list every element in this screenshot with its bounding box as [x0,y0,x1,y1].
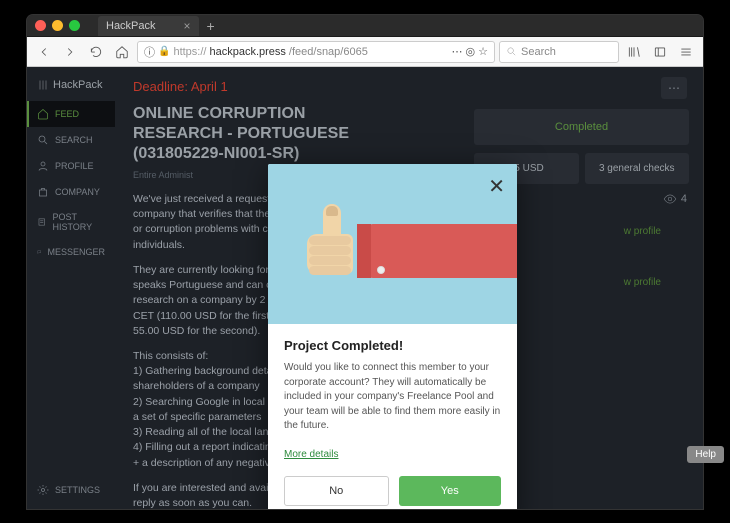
new-tab-button[interactable]: + [207,18,215,34]
tab-close-icon[interactable]: × [184,19,191,33]
forward-button[interactable] [59,41,81,63]
modal-text: Would you like to connect this member to… [284,361,501,434]
sidebar-item-label: COMPANY [55,187,100,197]
browser-window: HackPack × + ⓘ 🔒 https://hackpack.press/… [27,15,703,509]
sidebar-item-post-history[interactable]: POST HISTORY [27,205,115,239]
close-icon[interactable]: ✕ [488,174,505,199]
status-badge: Completed [474,109,689,145]
library-button[interactable] [623,41,645,63]
post-menu-button[interactable]: ⋯ [661,77,687,99]
modal-title: Project Completed! [284,338,501,353]
project-completed-modal: ✕ Project Completed! Would you like to c… [268,164,517,509]
browser-toolbar: ⓘ 🔒 https://hackpack.press/feed/snap/606… [27,37,703,67]
app-brand[interactable]: HackPack [27,75,115,101]
help-chip[interactable]: Help [687,446,724,463]
window-zoom-icon[interactable] [69,20,80,31]
pocket-icon[interactable]: ◎ [466,45,476,58]
window-titlebar: HackPack × + [27,15,703,37]
sidebar-item-settings[interactable]: SETTINGS [27,477,110,503]
lock-icon[interactable]: 🔒 [158,46,170,57]
menu-button[interactable] [675,41,697,63]
search-box[interactable]: Search [499,41,619,63]
yes-button[interactable]: Yes [399,476,502,506]
modal-hero: ✕ [268,164,517,324]
checks-cell: 3 general checks [585,153,690,184]
reload-button[interactable] [85,41,107,63]
thumbs-up-icon [303,194,483,294]
bookmark-icon[interactable]: ☆ [478,45,488,58]
browser-tab[interactable]: HackPack × [98,16,199,36]
search-placeholder: Search [521,46,556,58]
window-minimize-icon[interactable] [52,20,63,31]
more-details-link[interactable]: More details [284,449,338,460]
deadline-label: Deadline: April 1 [133,79,685,94]
app-sidebar: HackPack FEED SEARCH PROFILE COMPANY POS… [27,67,115,509]
sidebar-button[interactable] [649,41,671,63]
url-bar[interactable]: ⓘ 🔒 https://hackpack.press/feed/snap/606… [137,41,495,63]
window-close-icon[interactable] [35,20,46,31]
url-protocol: https:// [173,46,206,58]
url-path: /feed/snap/6065 [289,46,368,58]
site-info-icon[interactable]: ⓘ [144,44,155,60]
eye-icon [663,192,677,206]
sidebar-item-label: PROFILE [55,161,94,171]
post-title: ONLINE CORRUPTION RESEARCH - PORTUGUESE … [133,104,363,164]
tab-title: HackPack [106,20,156,32]
back-button[interactable] [33,41,55,63]
sidebar-item-label: POST HISTORY [52,212,105,232]
sidebar-item-label: MESSENGER [47,247,105,257]
no-button[interactable]: No [284,476,389,506]
url-host: hackpack.press [209,46,285,58]
home-button[interactable] [111,41,133,63]
sidebar-item-messenger[interactable]: MESSENGER [27,239,115,265]
sidebar-item-feed[interactable]: FEED [27,101,115,127]
reader-mode-icon[interactable]: ⋯ [452,45,463,58]
sidebar-item-label: FEED [55,109,79,119]
sidebar-item-label: SETTINGS [55,485,100,495]
sidebar-item-profile[interactable]: PROFILE [27,153,115,179]
sidebar-item-label: SEARCH [55,135,93,145]
sidebar-item-search[interactable]: SEARCH [27,127,115,153]
sidebar-item-company[interactable]: COMPANY [27,179,115,205]
